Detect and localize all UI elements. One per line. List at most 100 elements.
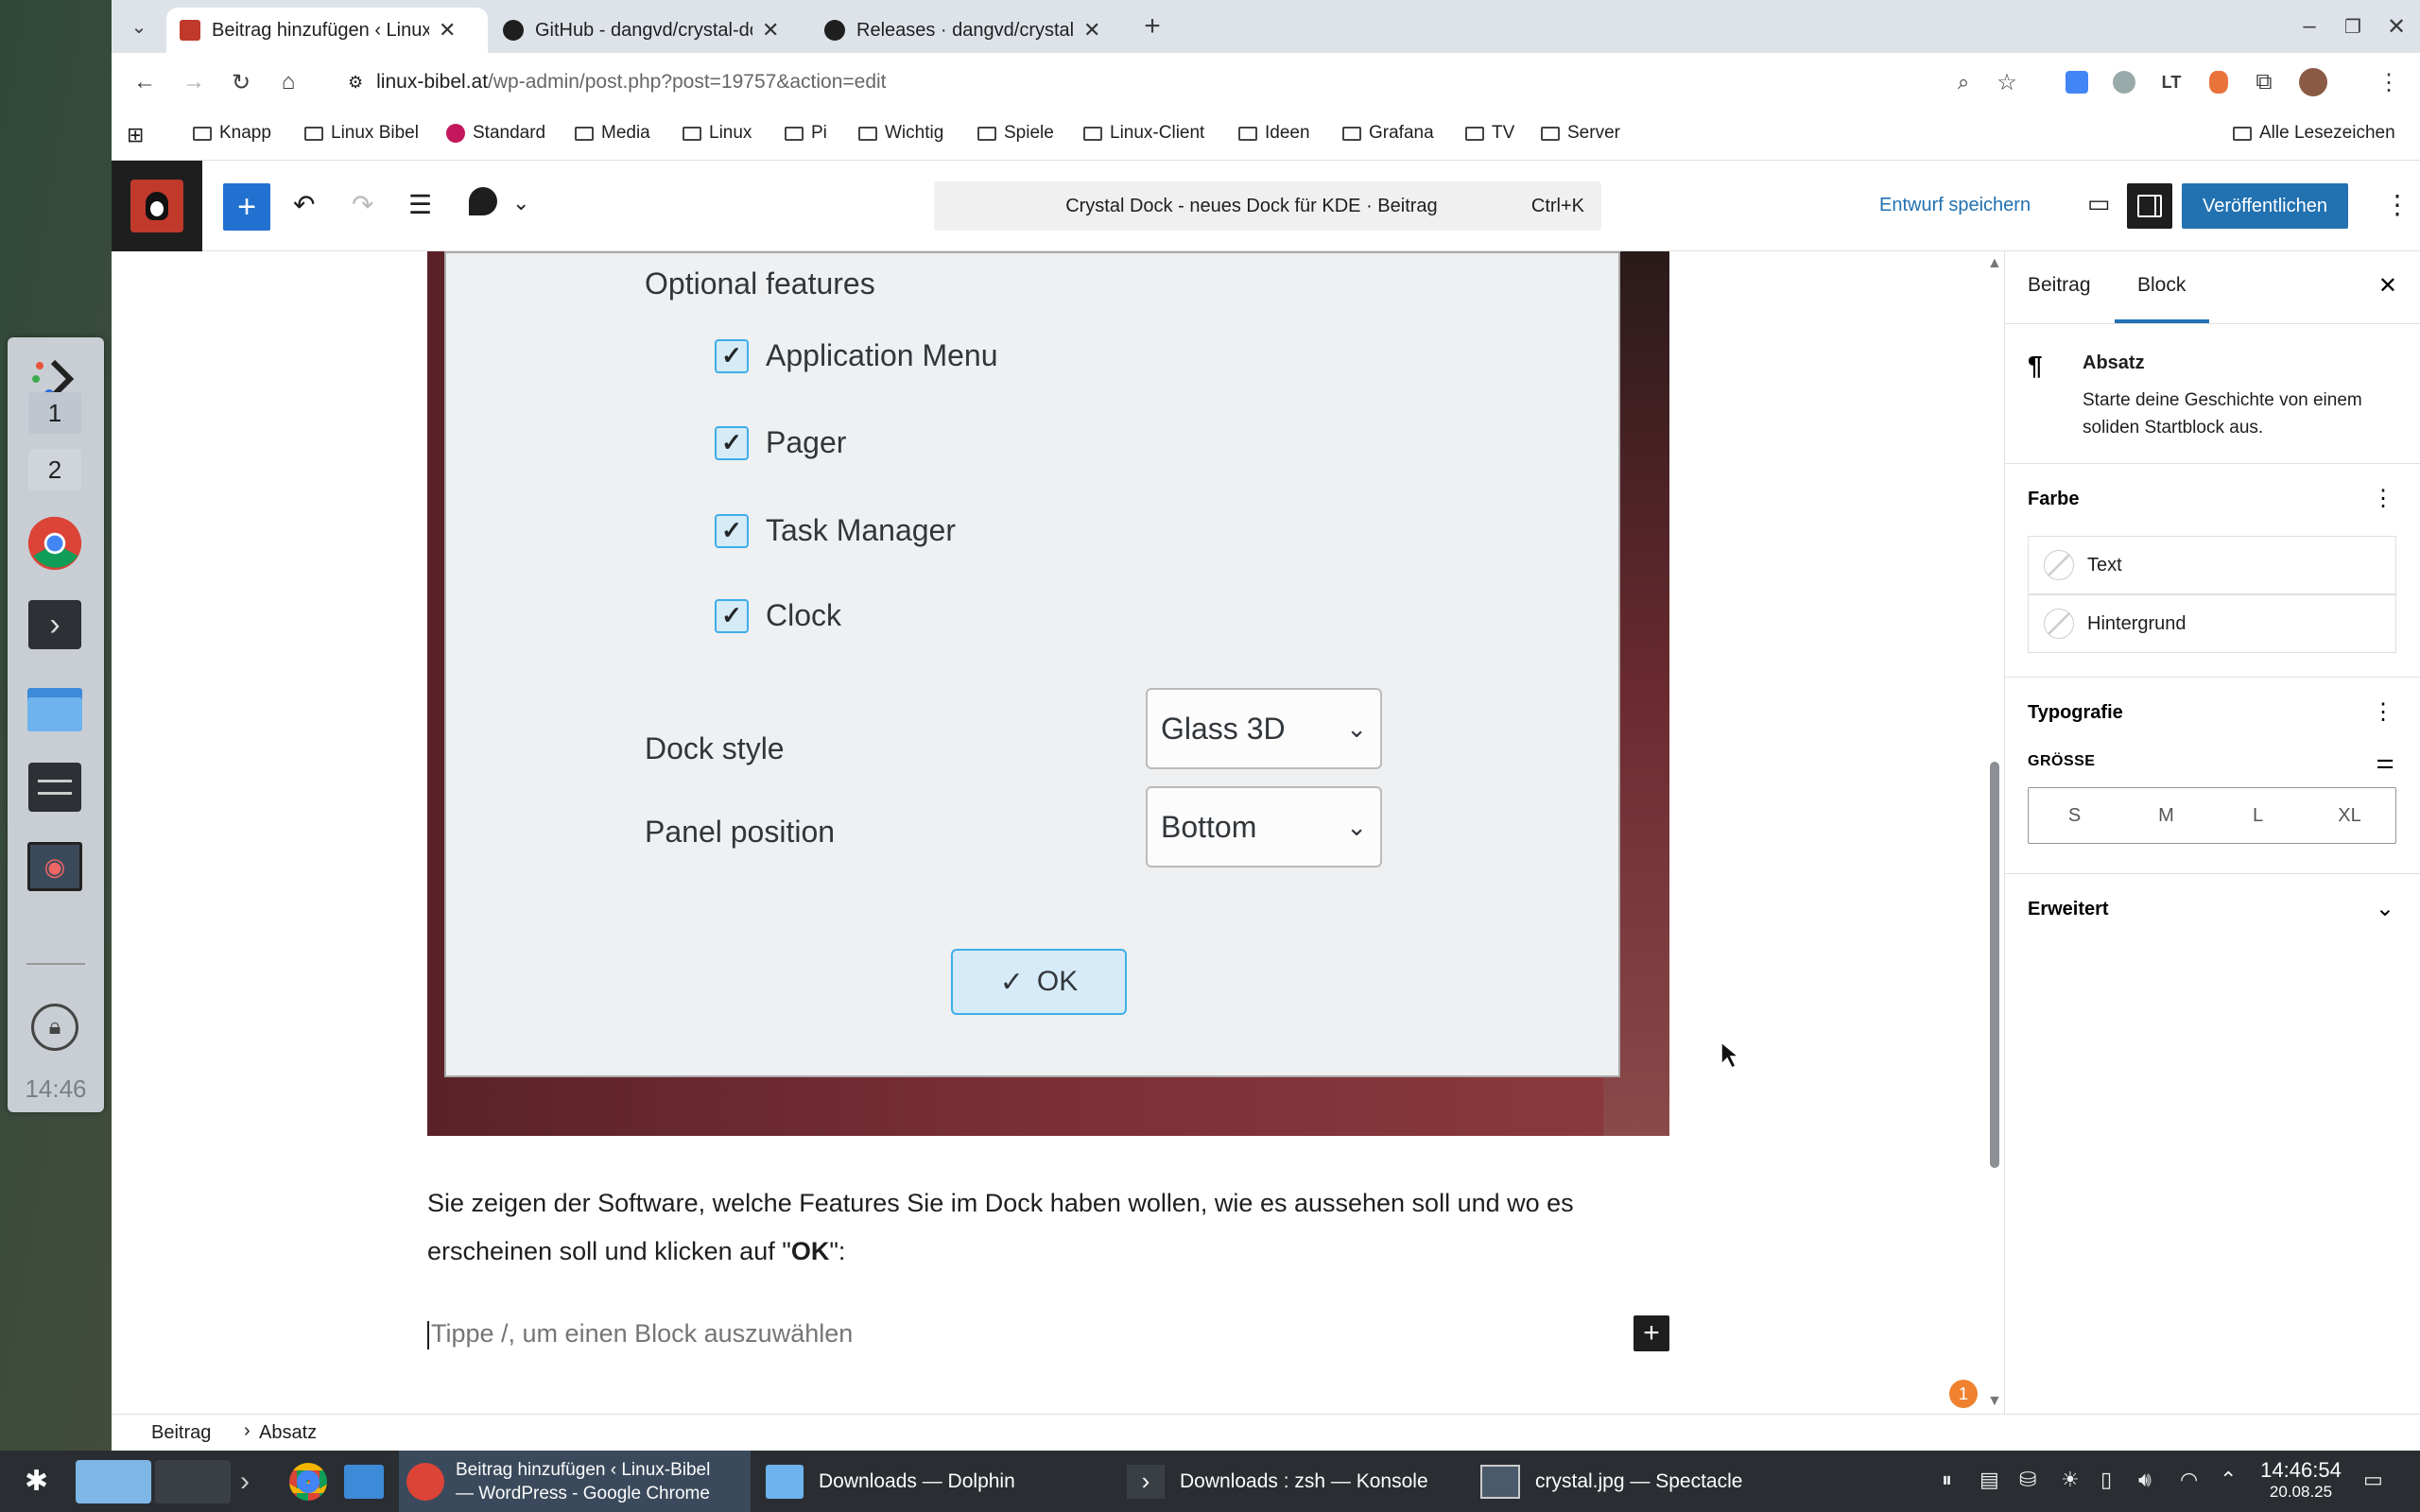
undo-icon[interactable]: ↶ bbox=[293, 189, 315, 220]
tab-block[interactable]: Block bbox=[2137, 274, 2186, 297]
bookmark-media[interactable]: Media bbox=[575, 123, 650, 144]
lock-screen-icon[interactable]: 🔒︎ bbox=[26, 999, 83, 1056]
site-logo[interactable] bbox=[112, 161, 202, 251]
minimize-icon[interactable]: – bbox=[2291, 9, 2327, 44]
command-palette[interactable]: Crystal Dock - neues Dock für KDE · Beit… bbox=[934, 181, 1601, 231]
pager-desktop-1[interactable]: 1 bbox=[28, 392, 81, 434]
screenshot-app-icon[interactable]: ◉ bbox=[26, 838, 83, 895]
close-tab-icon[interactable]: ✕ bbox=[439, 18, 456, 43]
profile-avatar[interactable] bbox=[2295, 64, 2331, 100]
chevron-down-icon[interactable]: ⌄ bbox=[512, 191, 529, 215]
block-inserter-button[interactable]: + bbox=[223, 183, 270, 231]
reload-icon[interactable]: ↻ bbox=[223, 64, 259, 100]
bookmark-wichtig[interactable]: Wichtig bbox=[858, 123, 943, 144]
zoom-icon[interactable]: ⌕ bbox=[1945, 64, 1981, 100]
kde-launcher-icon[interactable]: ✱ bbox=[25, 1451, 48, 1512]
bookmark-spiele[interactable]: Spiele bbox=[977, 123, 1054, 144]
site-info-icon[interactable]: ⚙ bbox=[348, 73, 363, 93]
bookmark-linux[interactable]: Linux bbox=[683, 123, 752, 144]
tab-github[interactable]: GitHub - dangvd/crystal-do ✕ bbox=[490, 8, 811, 53]
wifi-icon[interactable]: ◠ bbox=[2180, 1468, 2198, 1492]
tab-search-icon[interactable]: ⌄ bbox=[121, 9, 157, 44]
show-desktop-icon[interactable]: ▭ bbox=[2363, 1468, 2383, 1492]
clipboard-icon[interactable]: ▤ bbox=[1979, 1468, 1999, 1492]
breadcrumb-paragraph[interactable]: Absatz bbox=[259, 1422, 317, 1444]
taskbar-window-spectacle[interactable]: crystal.jpg — Spectacle bbox=[1480, 1451, 1742, 1512]
add-block-button[interactable]: + bbox=[1634, 1315, 1669, 1351]
tab-releases[interactable]: Releases · dangvd/crystal-d ✕ bbox=[811, 8, 1132, 53]
custom-size-icon[interactable]: ⚌ bbox=[2376, 749, 2394, 774]
tab-wordpress[interactable]: Beitrag hinzufügen ‹ Linux- ✕ bbox=[166, 8, 488, 53]
bookmark-standard[interactable]: Standard bbox=[446, 123, 545, 144]
back-icon[interactable]: ← bbox=[127, 64, 163, 100]
notification-badge[interactable]: 1 bbox=[1949, 1380, 1978, 1408]
size-xl[interactable]: XL bbox=[2304, 788, 2395, 843]
advanced-panel[interactable]: Erweitert ⌄ bbox=[2005, 873, 2420, 949]
close-window-icon[interactable]: ✕ bbox=[2378, 9, 2414, 44]
preview-icon[interactable]: ▭ bbox=[2087, 189, 2111, 218]
bookmark-pi[interactable]: Pi bbox=[785, 123, 827, 144]
options-menu-icon[interactable]: ⋮ bbox=[2384, 189, 2411, 220]
chrome-launcher-icon[interactable] bbox=[289, 1451, 327, 1512]
extension-orange-icon[interactable] bbox=[2201, 64, 2237, 100]
close-tab-icon[interactable]: ✕ bbox=[762, 18, 779, 43]
taskbar-window-dolphin[interactable]: Downloads — Dolphin bbox=[766, 1451, 1015, 1512]
background-color-option[interactable]: Hintergrund bbox=[2028, 594, 2396, 653]
disks-icon[interactable]: ⛁ bbox=[2019, 1468, 2036, 1492]
chrome-icon[interactable] bbox=[26, 515, 83, 572]
color-options-icon[interactable]: ⋮ bbox=[2372, 485, 2394, 512]
chevron-down-icon[interactable]: ⌄ bbox=[2376, 895, 2394, 922]
new-tab-button[interactable]: + bbox=[1134, 9, 1170, 44]
scroll-down-icon[interactable]: ▼ bbox=[1987, 1393, 2002, 1410]
typography-options-icon[interactable]: ⋮ bbox=[2372, 698, 2394, 726]
address-bar[interactable]: ⚙ linux-bibel.at/wp-admin/post.php?post=… bbox=[320, 59, 2002, 106]
close-sidebar-icon[interactable]: ✕ bbox=[2378, 272, 2397, 300]
settings-sliders-icon[interactable] bbox=[26, 759, 83, 816]
taskbar-window-konsole[interactable]: › Downloads : zsh — Konsole bbox=[1127, 1451, 1428, 1512]
extensions-puzzle-icon[interactable]: ⧉ bbox=[2246, 64, 2282, 100]
document-overview-icon[interactable]: ☰ bbox=[408, 189, 432, 220]
bookmark-knapp[interactable]: Knapp bbox=[193, 123, 271, 144]
virtual-desktop-2[interactable] bbox=[155, 1451, 231, 1512]
media-pause-icon[interactable]: ⏸ bbox=[1942, 1468, 1952, 1492]
paragraph-block[interactable]: Sie zeigen der Software, welche Features… bbox=[427, 1179, 1675, 1276]
battery-icon[interactable]: ▯ bbox=[2100, 1468, 2112, 1492]
clock[interactable]: 14:46:54 20.08.25 bbox=[2254, 1458, 2348, 1502]
empty-block-placeholder[interactable]: Tippe /, um einen Block auszuwählen bbox=[427, 1319, 853, 1349]
file-manager-icon[interactable] bbox=[26, 679, 83, 736]
extension-icon[interactable] bbox=[2106, 64, 2142, 100]
size-m[interactable]: M bbox=[2120, 788, 2212, 843]
bookmark-star-icon[interactable]: ☆ bbox=[1989, 64, 2025, 100]
translate-extension-icon[interactable] bbox=[2059, 64, 2095, 100]
apps-grid-icon[interactable]: ⊞ bbox=[127, 123, 144, 147]
tab-post[interactable]: Beitrag bbox=[2028, 274, 2091, 297]
publish-button[interactable]: Veröffentlichen bbox=[2182, 183, 2348, 229]
scroll-up-icon[interactable]: ▲ bbox=[1987, 255, 2002, 272]
home-icon[interactable]: ⌂ bbox=[270, 64, 306, 100]
volume-icon[interactable]: 🔊︎ bbox=[2138, 1468, 2152, 1492]
bookmark-tv[interactable]: TV bbox=[1465, 123, 1514, 144]
scroll-thumb[interactable] bbox=[1990, 762, 1999, 1168]
maximize-icon[interactable]: ❐ bbox=[2335, 9, 2371, 44]
taskbar-window-chrome[interactable]: Beitrag hinzufügen ‹ Linux-Bibel — WordP… bbox=[399, 1451, 751, 1512]
jetpack-icon[interactable] bbox=[469, 187, 497, 222]
tray-expand-icon[interactable]: ⌃ bbox=[2220, 1468, 2237, 1492]
languagetool-icon[interactable]: LT bbox=[2153, 64, 2189, 100]
redo-icon[interactable]: ↷ bbox=[352, 189, 373, 220]
bookmark-server[interactable]: Server bbox=[1541, 123, 1620, 144]
text-color-option[interactable]: Text bbox=[2028, 536, 2396, 594]
bookmark-grafana[interactable]: Grafana bbox=[1342, 123, 1434, 144]
chrome-menu-icon[interactable]: ⋮ bbox=[2371, 64, 2407, 100]
size-s[interactable]: S bbox=[2029, 788, 2120, 843]
pager-desktop-2[interactable]: 2 bbox=[28, 449, 81, 490]
breadcrumb-post[interactable]: Beitrag bbox=[151, 1422, 211, 1444]
virtual-desktop-1[interactable] bbox=[76, 1451, 151, 1512]
dolphin-launcher-icon[interactable] bbox=[344, 1451, 384, 1512]
bookmark-linux-client[interactable]: Linux-Client bbox=[1083, 123, 1204, 144]
forward-icon[interactable]: → bbox=[176, 64, 212, 100]
save-draft-button[interactable]: Entwurf speichern bbox=[1879, 195, 2031, 216]
settings-sidebar-toggle[interactable] bbox=[2127, 183, 2172, 229]
terminal-icon[interactable]: › bbox=[26, 596, 83, 653]
bookmark-ideen[interactable]: Ideen bbox=[1238, 123, 1310, 144]
all-bookmarks[interactable]: Alle Lesezeichen bbox=[2233, 123, 2395, 144]
